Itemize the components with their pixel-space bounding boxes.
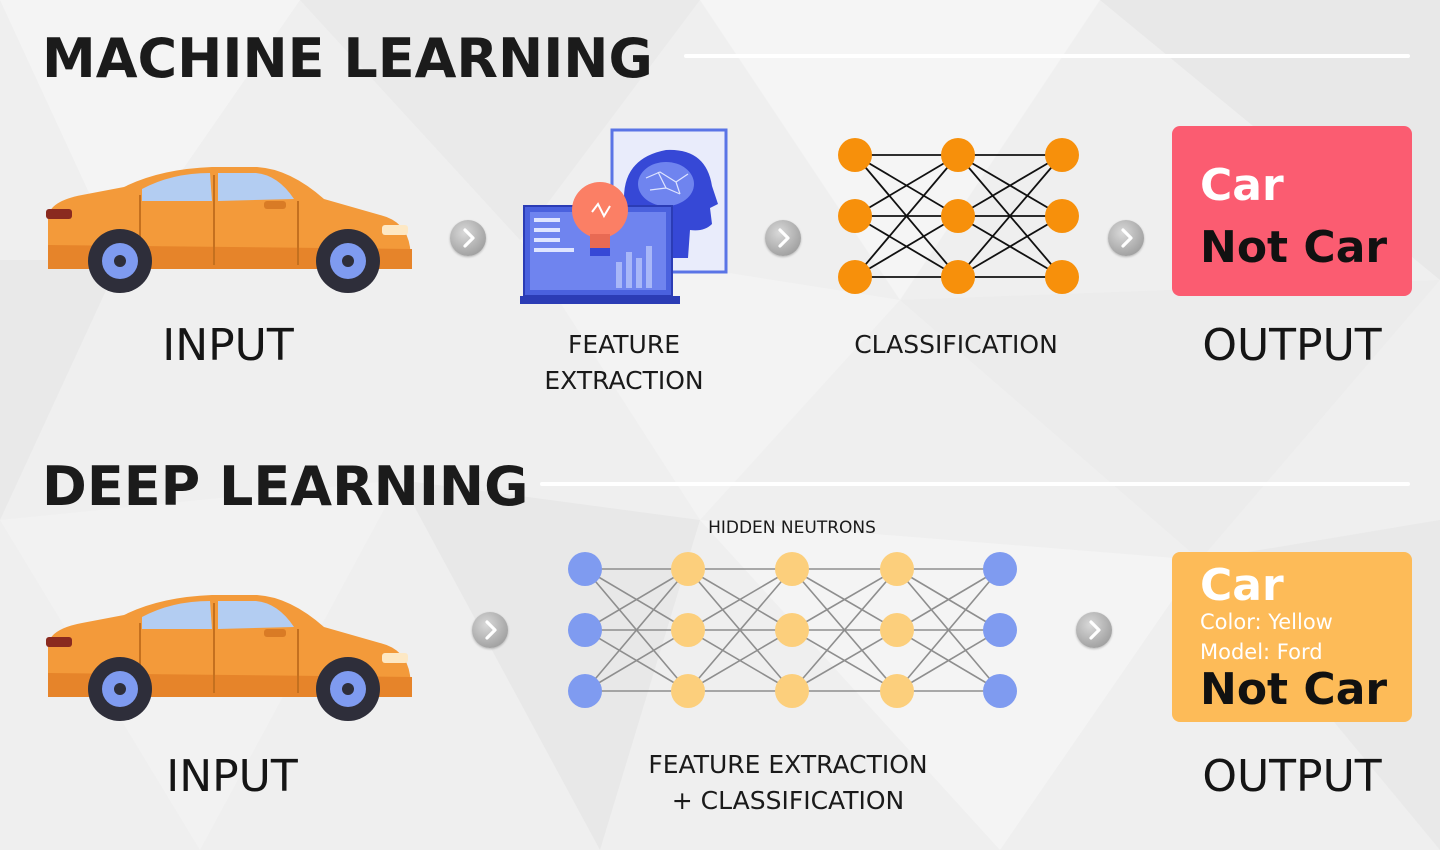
ml-net-node <box>838 138 872 172</box>
dl-arrow-1-chevron-right-icon <box>472 612 508 648</box>
dl-output-label: OUTPUT <box>1202 751 1382 802</box>
dl-net-node <box>671 674 705 708</box>
ml-net-node <box>1045 260 1079 294</box>
dl-output-not-car: Not Car <box>1200 664 1388 715</box>
ml-feature-extraction-illustration <box>520 128 728 304</box>
ml-input-label: INPUT <box>162 320 294 371</box>
dl-output-car: Car <box>1200 560 1284 611</box>
ml-output-car: Car <box>1200 160 1284 211</box>
dl-arrow-2-chevron-right-icon <box>1076 612 1112 648</box>
dl-net-node <box>983 552 1017 586</box>
ml-net-node <box>1045 138 1079 172</box>
dl-hidden-label: HIDDEN NEUTRONS <box>708 518 876 538</box>
ml-feature-label-line2: EXTRACTION <box>544 366 704 395</box>
dl-net-node <box>983 674 1017 708</box>
dl-title: DEEP LEARNING <box>42 455 529 518</box>
dl-net-node <box>568 674 602 708</box>
dl-net-node <box>775 552 809 586</box>
ml-net-node <box>838 260 872 294</box>
ml-classification-network <box>838 138 1079 294</box>
dl-input-label: INPUT <box>166 751 298 802</box>
ml-net-node <box>941 260 975 294</box>
dl-title-divider <box>540 482 1410 486</box>
ml-feature-label: FEATURE EXTRACTION <box>500 327 748 399</box>
ml-feature-label-line1: FEATURE <box>567 330 681 359</box>
dl-net-node <box>671 613 705 647</box>
ml-title-divider <box>684 54 1410 58</box>
ml-net-node <box>838 199 872 233</box>
ml-title: MACHINE LEARNING <box>42 27 653 90</box>
dl-process-label-line1: FEATURE EXTRACTION <box>648 750 928 779</box>
dl-net-node <box>880 613 914 647</box>
dl-output-color: Color: Yellow <box>1200 610 1333 634</box>
ml-arrow-2-chevron-right-icon <box>765 220 801 256</box>
dl-deep-network <box>568 552 1017 708</box>
dl-net-node <box>880 552 914 586</box>
ml-net-node <box>941 138 975 172</box>
dl-net-node <box>880 674 914 708</box>
dl-net-node <box>775 613 809 647</box>
dl-net-node <box>671 552 705 586</box>
ml-output-label: OUTPUT <box>1202 320 1382 371</box>
dl-output-model: Model: Ford <box>1200 640 1323 664</box>
ml-output-not-car: Not Car <box>1200 222 1388 273</box>
ml-classification-label: CLASSIFICATION <box>854 330 1058 359</box>
dl-net-node <box>568 613 602 647</box>
dl-net-node <box>983 613 1017 647</box>
dl-net-node <box>568 552 602 586</box>
ml-input-car-icon <box>46 167 412 293</box>
ml-output-box: Car Not Car <box>1172 126 1412 296</box>
ml-arrow-3-chevron-right-icon <box>1108 220 1144 256</box>
dl-process-label: FEATURE EXTRACTION + CLASSIFICATION <box>610 747 966 819</box>
ml-net-node <box>941 199 975 233</box>
ml-arrow-1-chevron-right-icon <box>450 220 486 256</box>
dl-net-node <box>775 674 809 708</box>
dl-output-box: Car Color: Yellow Model: Ford Not Car <box>1172 552 1412 722</box>
dl-input-car-icon <box>46 595 412 721</box>
ml-net-node <box>1045 199 1079 233</box>
dl-process-label-line2: + CLASSIFICATION <box>671 786 905 815</box>
